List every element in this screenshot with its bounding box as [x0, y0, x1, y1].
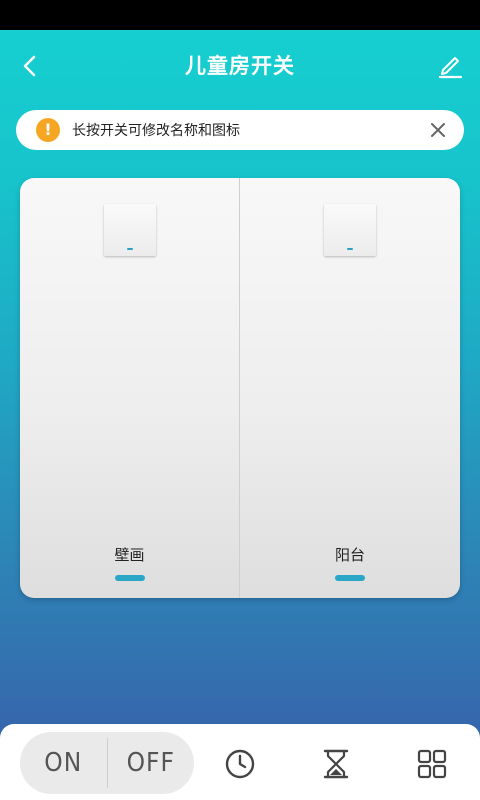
- tip-banner: ! 长按开关可修改名称和图标: [16, 110, 464, 150]
- bottom-bar: ON OFF: [0, 724, 480, 800]
- switch-indicator-icon: [324, 204, 376, 256]
- clock-icon: [225, 749, 255, 779]
- switch-panel: 壁画 阳台: [20, 178, 460, 598]
- close-icon: [431, 123, 445, 137]
- edit-button[interactable]: [432, 48, 468, 84]
- header: 儿童房开关: [0, 30, 480, 102]
- page-title: 儿童房开关: [185, 54, 295, 78]
- switch-label: 壁画: [114, 546, 145, 564]
- timer-button[interactable]: [218, 742, 262, 786]
- warning-icon: !: [36, 118, 60, 142]
- switch-led: [335, 575, 365, 581]
- switch-gang-2[interactable]: 阳台: [240, 178, 460, 598]
- tip-text: 长按开关可修改名称和图标: [72, 123, 240, 139]
- switch-label: 阳台: [334, 546, 365, 564]
- switch-led: [115, 575, 145, 581]
- hourglass-icon: [323, 749, 349, 779]
- switch-indicator-icon: [104, 204, 156, 256]
- all-off-button[interactable]: OFF: [108, 732, 195, 794]
- on-off-toggle: ON OFF: [20, 732, 194, 794]
- all-on-button[interactable]: ON: [20, 732, 107, 794]
- tip-close-button[interactable]: [418, 110, 458, 150]
- more-button[interactable]: [410, 742, 454, 786]
- status-bar: [0, 0, 480, 30]
- edit-pencil-icon: [438, 57, 463, 79]
- switch-gang-1[interactable]: 壁画: [20, 178, 240, 598]
- countdown-button[interactable]: [314, 742, 358, 786]
- grid-icon: [417, 749, 447, 779]
